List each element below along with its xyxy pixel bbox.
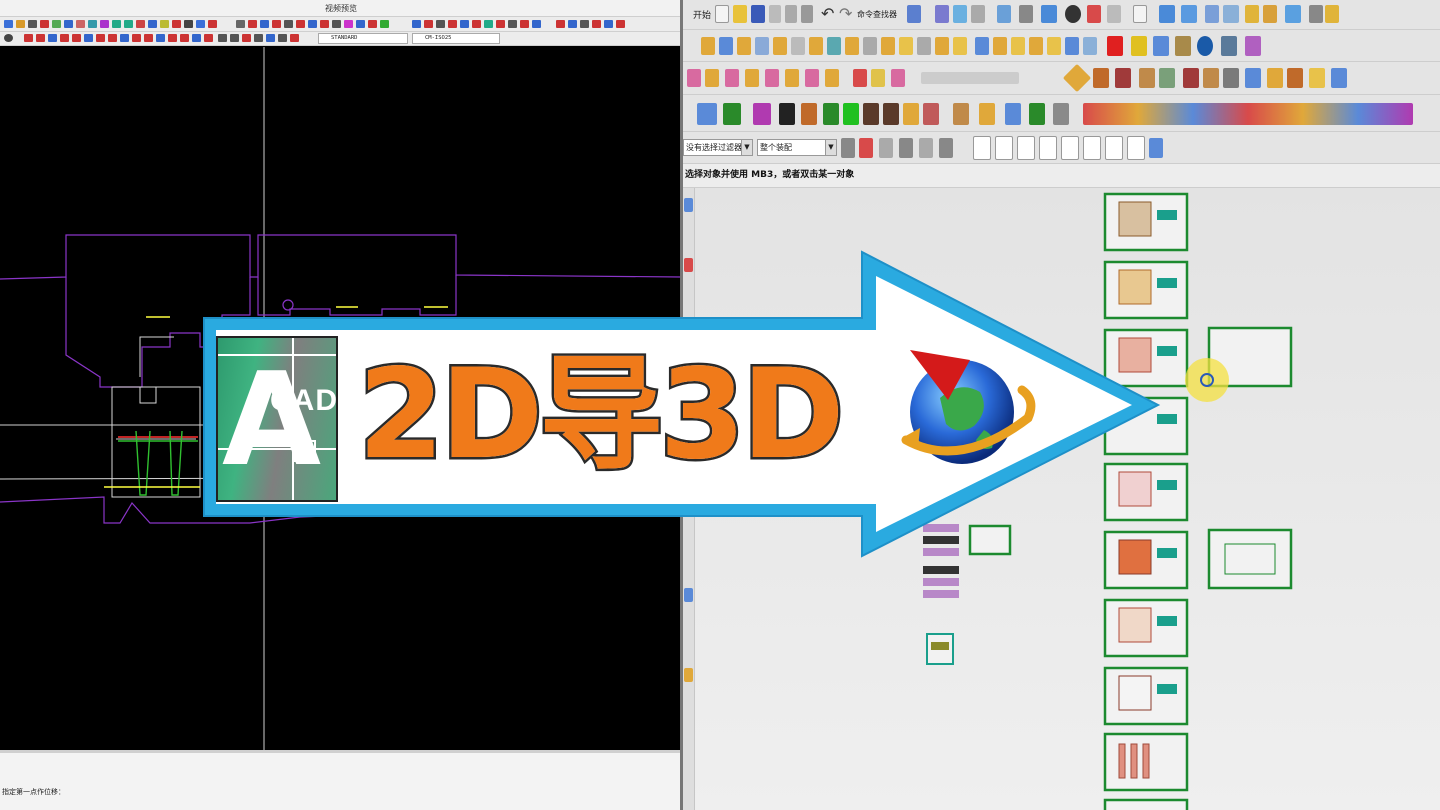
logo-text: CAD (270, 384, 338, 417)
nx-globe-icon (901, 350, 1036, 464)
logo-letter: A (222, 346, 321, 495)
banner-headline: 2D导3D (355, 341, 846, 490)
acad-logo: A CAD (216, 336, 338, 502)
logo-crosshair (294, 440, 316, 462)
screen: 视频预览 STANDARD CM-ISO25 指定第一点作位移： 开始 ↶ ↷ … (0, 0, 1440, 810)
title-banner: A CAD 2D导3D (0, 0, 1440, 810)
